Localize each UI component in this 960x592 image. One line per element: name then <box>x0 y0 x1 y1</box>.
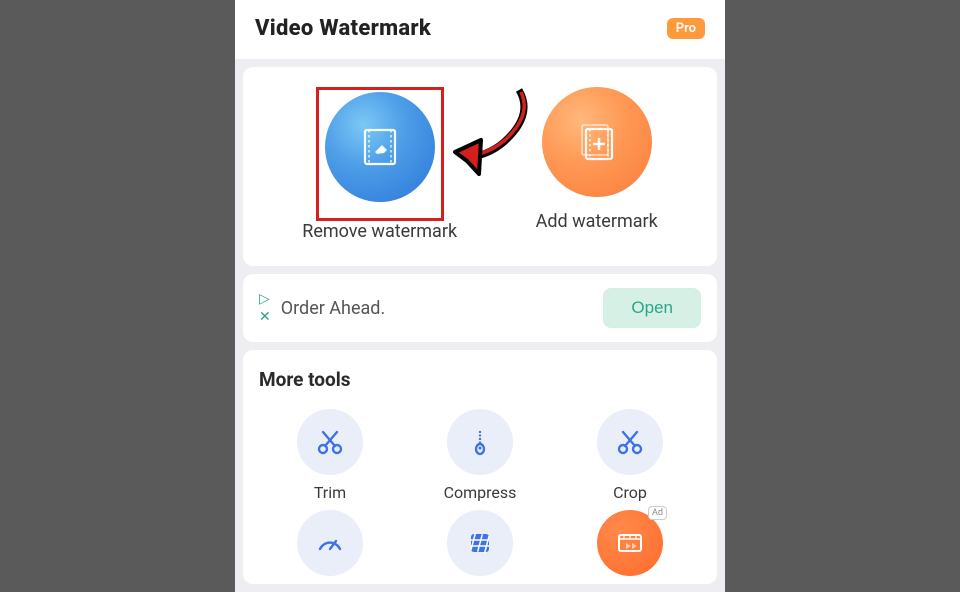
tutorial-arrow-icon <box>449 80 539 190</box>
pattern-icon <box>447 510 513 576</box>
add-watermark-icon <box>542 87 652 197</box>
remove-watermark-icon <box>325 92 435 202</box>
more-tools-title: More tools <box>259 368 701 391</box>
pro-badge[interactable]: Pro <box>667 18 705 39</box>
tutorial-highlight <box>316 87 444 221</box>
add-watermark-button[interactable]: Add watermark <box>536 87 658 242</box>
tool-button-5[interactable] <box>409 510 551 584</box>
ad-controls: ▷ ✕ <box>259 291 271 325</box>
speed-icon <box>297 510 363 576</box>
add-watermark-label: Add watermark <box>536 211 658 232</box>
remove-watermark-label: Remove watermark <box>302 221 457 242</box>
app-title: Video Watermark <box>255 16 431 41</box>
content-area: Remove watermark Add watermark <box>235 59 725 592</box>
header: Video Watermark Pro <box>235 0 725 59</box>
scissors-icon <box>597 409 663 475</box>
trim-label: Trim <box>314 483 346 502</box>
compress-label: Compress <box>444 483 517 502</box>
tool-button-6[interactable]: Ad <box>559 510 701 584</box>
remove-watermark-button[interactable]: Remove watermark <box>302 87 457 242</box>
ad-close-icon[interactable]: ✕ <box>259 309 271 325</box>
crop-tool-button[interactable]: Crop <box>559 409 701 502</box>
feature-card: Remove watermark Add watermark <box>243 67 717 266</box>
crop-label: Crop <box>613 483 647 502</box>
more-tools-section: More tools Trim <box>243 350 717 584</box>
ad-play-icon[interactable]: ▷ <box>259 291 271 307</box>
ad-text: Order Ahead. <box>281 298 385 319</box>
app-screen: Video Watermark Pro <box>235 0 725 540</box>
compress-tool-button[interactable]: Compress <box>409 409 551 502</box>
zipper-icon <box>447 409 513 475</box>
tools-grid: Trim Compress <box>259 409 701 584</box>
tool-button-4[interactable] <box>259 510 401 584</box>
ad-banner: ▷ ✕ Order Ahead. Open <box>243 274 717 342</box>
ad-content: ▷ ✕ Order Ahead. <box>259 291 385 325</box>
ad-badge: Ad <box>648 506 667 520</box>
ad-open-button[interactable]: Open <box>603 288 701 328</box>
trim-tool-button[interactable]: Trim <box>259 409 401 502</box>
scissors-icon <box>297 409 363 475</box>
